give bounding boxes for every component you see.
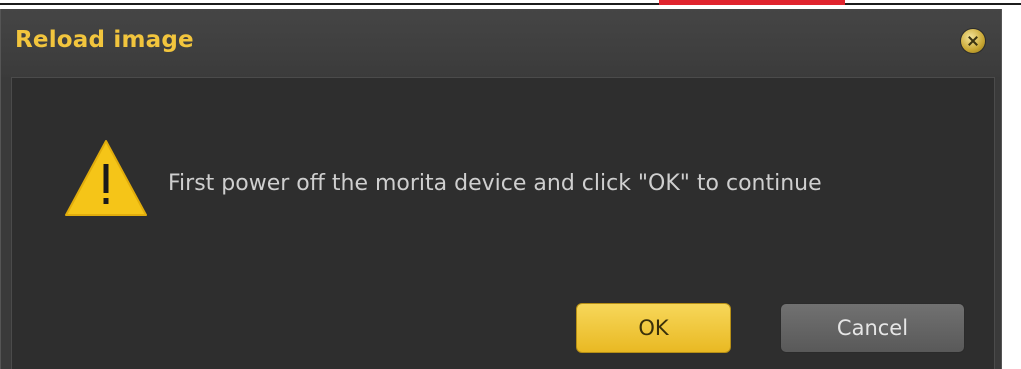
ok-button[interactable]: OK xyxy=(576,303,731,353)
close-icon[interactable] xyxy=(961,29,985,53)
top-edge-line xyxy=(0,3,1021,5)
dialog-titlebar[interactable]: Reload image xyxy=(1,9,1001,77)
top-red-indicator xyxy=(659,0,845,5)
cancel-button[interactable]: Cancel xyxy=(780,303,965,353)
dialog-content: First power off the morita device and cl… xyxy=(11,77,995,369)
warning-icon xyxy=(65,140,147,216)
dialog-message: First power off the morita device and cl… xyxy=(168,171,822,196)
reload-image-dialog: Reload image First power off the morita … xyxy=(0,9,1002,369)
dialog-title: Reload image xyxy=(15,27,194,53)
top-edge-strip xyxy=(0,0,1021,9)
